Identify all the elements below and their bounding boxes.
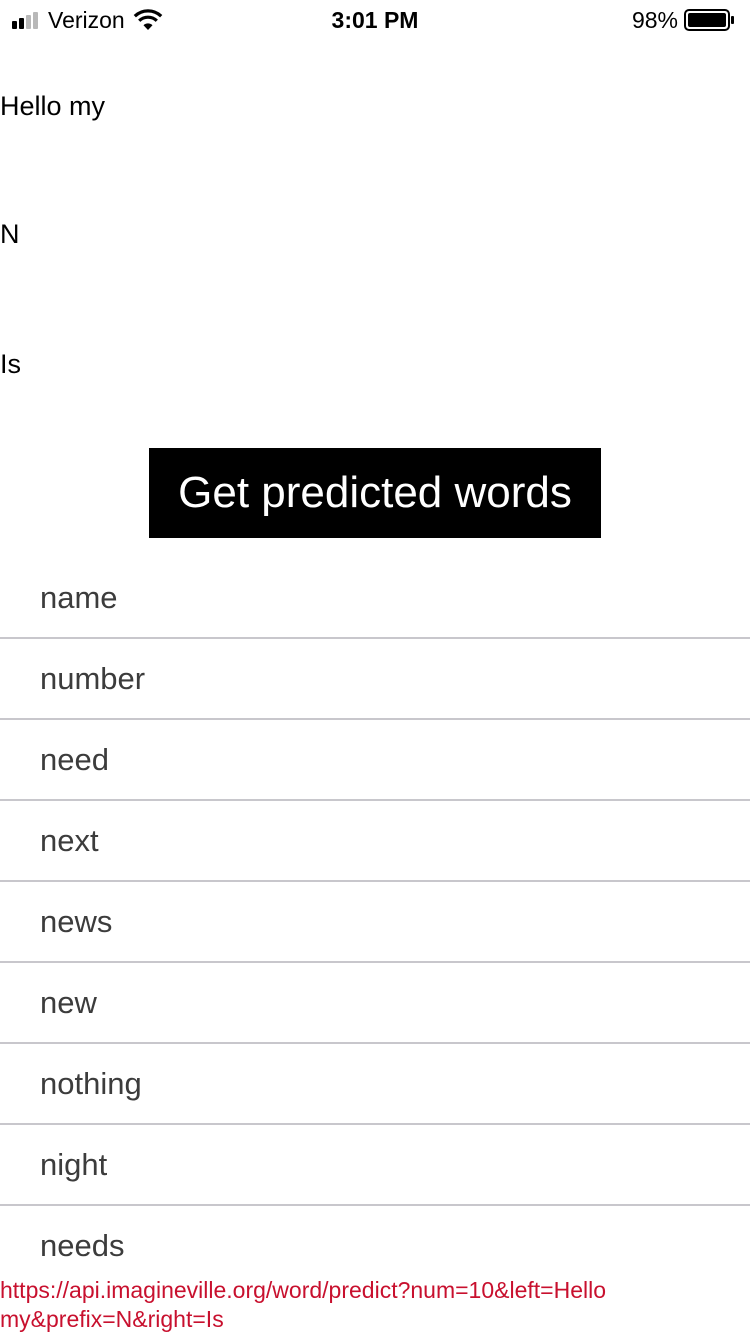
battery-icon [684, 9, 734, 31]
right-context-field[interactable]: Is [0, 348, 21, 380]
status-right: 98% [632, 6, 736, 34]
prefix-field[interactable]: N [0, 218, 20, 250]
left-context-field[interactable]: Hello my [0, 90, 105, 122]
prediction-item[interactable]: new [0, 963, 750, 1044]
prediction-item[interactable]: needs [0, 1206, 750, 1287]
request-url-text: https://api.imagineville.org/word/predic… [0, 1277, 606, 1332]
prediction-item[interactable]: night [0, 1125, 750, 1206]
status-bar: Verizon 3:01 PM 98% [0, 0, 750, 40]
prediction-item[interactable]: need [0, 720, 750, 801]
battery-percent: 98% [631, 6, 678, 33]
prediction-item[interactable]: number [0, 639, 750, 720]
prediction-item[interactable]: news [0, 882, 750, 963]
prediction-item[interactable]: name [0, 558, 750, 639]
prediction-item[interactable]: nothing [0, 1044, 750, 1125]
get-predicted-words-button[interactable]: Get predicted words [149, 448, 601, 538]
prediction-item[interactable]: next [0, 801, 750, 882]
predictions-list: name number need next news new nothing n… [0, 558, 750, 1287]
